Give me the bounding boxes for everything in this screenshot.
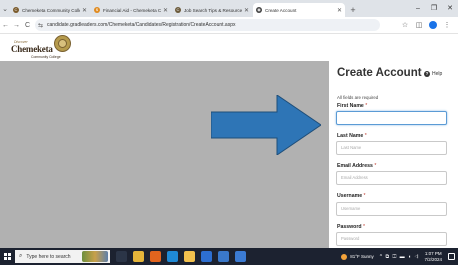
- tab-close-icon[interactable]: ✕: [244, 7, 249, 14]
- tab-title[interactable]: Create Account: [265, 8, 335, 13]
- browser-tab[interactable]: C Job Search Tips & Resources ✕: [172, 3, 252, 17]
- last-name-label: Last Name *: [337, 133, 367, 139]
- side-panel-icon[interactable]: ◫: [412, 21, 426, 29]
- new-tab-button[interactable]: +: [346, 3, 360, 17]
- browser-menu-icon[interactable]: ⋮: [440, 21, 454, 29]
- college-seal-icon: [54, 35, 71, 52]
- tab-favicon-icon: C: [13, 7, 19, 13]
- last-name-input[interactable]: Last Name: [336, 141, 447, 155]
- file-explorer-icon[interactable]: [184, 251, 195, 262]
- clock-time: 1:07 PM: [424, 251, 442, 256]
- task-view-icon[interactable]: [116, 251, 127, 262]
- site-info-icon[interactable]: ⇆: [38, 22, 43, 29]
- tray-icons[interactable]: ^ ⧉ ◫ ▬ ◖ ◁: [380, 254, 420, 260]
- store-icon[interactable]: [218, 251, 229, 262]
- mail-icon[interactable]: [201, 251, 212, 262]
- browser-tab[interactable]: ◉ Create Account ✕: [253, 3, 345, 17]
- clock[interactable]: 1:07 PM 7/2/2024: [424, 251, 442, 262]
- taskbar-search-box[interactable]: ⌕ Type here to search: [15, 250, 110, 263]
- forward-icon[interactable]: →: [11, 22, 22, 29]
- browser-tab[interactable]: C Chemeketa Community Colleg ✕: [10, 3, 90, 17]
- clock-date: 7/2/2024: [424, 256, 442, 262]
- back-icon[interactable]: ←: [0, 22, 11, 29]
- start-button[interactable]: [0, 248, 15, 265]
- reload-icon[interactable]: C: [22, 22, 33, 29]
- browser-tab-strip: ⌄ C Chemeketa Community Colleg ✕ $ Financial…: [0, 0, 458, 17]
- password-label: Password *: [337, 224, 365, 230]
- tab-search-icon[interactable]: ⌄: [0, 3, 10, 17]
- profile-avatar-icon[interactable]: [429, 21, 437, 29]
- system-tray: 81°F Sunny ^ ⧉ ◫ ▬ ◖ ◁ 1:07 PM 7/2/2024: [341, 251, 458, 262]
- tab-favicon-icon: $: [94, 7, 100, 13]
- address-bar[interactable]: ⇆ candidate.gradleaders.com/Chemeketa/Ca…: [35, 19, 380, 31]
- site-header: Discover Chemeketa Community College: [0, 34, 458, 61]
- page-title: Create Account: [337, 67, 422, 79]
- email-address-input[interactable]: Email Address: [336, 171, 447, 185]
- weather-text: 81°F Sunny: [350, 254, 374, 259]
- logo-subtitle: Community College: [31, 55, 61, 59]
- sun-icon: [341, 253, 348, 260]
- chemeketa-logo[interactable]: Discover Chemeketa Community College: [9, 35, 75, 61]
- create-account-panel: Create Account ? Help All fields are req…: [329, 61, 458, 248]
- tab-close-icon[interactable]: ✕: [82, 7, 87, 14]
- maximize-button[interactable]: ❐: [426, 0, 442, 17]
- username-label: Username *: [337, 193, 366, 199]
- tab-title[interactable]: Chemeketa Community Colleg: [22, 8, 80, 13]
- notification-icon[interactable]: [448, 253, 455, 260]
- tab-title[interactable]: Financial Aid - Chemeketa Co: [103, 8, 161, 13]
- email-address-label: Email Address *: [337, 163, 377, 169]
- password-input[interactable]: Password: [336, 232, 447, 246]
- windows-taskbar: ⌕ Type here to search 81°F Sunny ^ ⧉ ◫ ▬…: [0, 248, 458, 265]
- bookmark-star-icon[interactable]: ☆: [398, 21, 412, 29]
- required-note: All fields are required: [337, 95, 379, 100]
- first-name-input[interactable]: [336, 111, 447, 125]
- tab-close-icon[interactable]: ✕: [337, 7, 342, 14]
- blue-arrow-icon: [211, 95, 321, 155]
- app-icon[interactable]: [235, 251, 246, 262]
- tab-favicon-icon: ◉: [256, 7, 262, 13]
- browser-tab[interactable]: $ Financial Aid - Chemeketa Co ✕: [91, 3, 171, 17]
- help-icon[interactable]: ?: [424, 71, 430, 77]
- address-url[interactable]: candidate.gradleaders.com/Chemeketa/Cand…: [47, 22, 235, 28]
- help-label[interactable]: Help: [432, 71, 442, 77]
- windows-logo-icon: [4, 253, 11, 260]
- username-input[interactable]: Username: [336, 202, 447, 216]
- search-highlight-image: [82, 251, 108, 262]
- chrome-icon[interactable]: [133, 251, 144, 262]
- close-window-button[interactable]: ✕: [442, 0, 458, 17]
- firefox-icon[interactable]: [150, 251, 161, 262]
- help-link[interactable]: ? Help: [424, 71, 442, 77]
- search-icon: ⌕: [19, 253, 23, 259]
- taskbar-search-placeholder[interactable]: Type here to search: [26, 254, 70, 260]
- weather-widget[interactable]: 81°F Sunny: [341, 253, 374, 260]
- logo-wordmark: Chemeketa: [11, 44, 53, 54]
- tab-title[interactable]: Job Search Tips & Resources: [184, 8, 242, 13]
- first-name-label: First Name *: [337, 103, 368, 109]
- tab-close-icon[interactable]: ✕: [163, 7, 168, 14]
- minimize-button[interactable]: –: [410, 0, 426, 17]
- browser-toolbar: ← → C ⇆ candidate.gradleaders.com/Chemek…: [0, 17, 458, 34]
- tab-favicon-icon: C: [175, 7, 181, 13]
- edge-icon[interactable]: [167, 251, 178, 262]
- window-controls: – ❐ ✕: [410, 0, 458, 17]
